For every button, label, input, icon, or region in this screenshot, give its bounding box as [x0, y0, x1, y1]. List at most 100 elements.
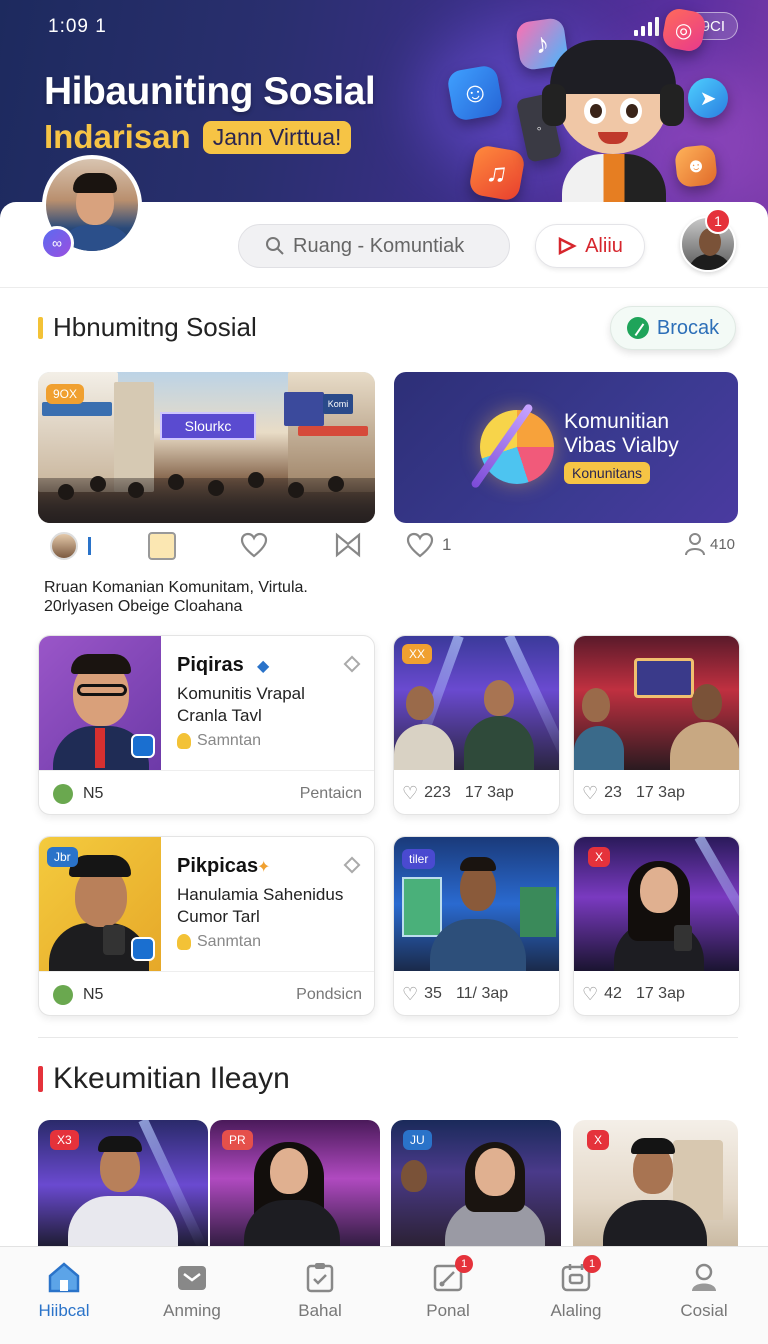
- search-icon: [266, 237, 284, 255]
- video-time: 17 3ap: [635, 985, 685, 1002]
- person-icon: [685, 533, 705, 556]
- nav-item-profile[interactable]: Cosial: [640, 1247, 768, 1344]
- section-divider: [38, 1037, 738, 1038]
- nav-badge: 1: [455, 1255, 473, 1273]
- like-count: 1: [442, 535, 452, 554]
- profile-card-line2: Cranla Tavl: [177, 706, 262, 725]
- profile-card-foot-left: N5: [83, 985, 104, 1003]
- link-icon: ∞: [40, 226, 74, 260]
- heart-icon[interactable]: ♡: [582, 984, 598, 1005]
- search-bar[interactable]: [238, 224, 510, 268]
- heart-icon: [406, 532, 434, 558]
- verified-icon: ◆: [257, 658, 270, 675]
- video-tag: X: [588, 847, 611, 867]
- video-card-footer: ♡ 23 17 3ap: [574, 770, 739, 814]
- live-button[interactable]: Aliiu: [535, 224, 645, 268]
- profile-card-footer: N5 Pentaicn: [39, 770, 374, 814]
- community-card[interactable]: JU: [391, 1120, 561, 1250]
- nav-label: Hiibcal: [38, 1301, 90, 1320]
- community-card[interactable]: X: [573, 1120, 738, 1250]
- nav-item-clipboard[interactable]: Bahal: [256, 1247, 384, 1344]
- community-card[interactable]: PR: [210, 1120, 380, 1250]
- diamond-icon[interactable]: [343, 856, 361, 874]
- person-icon: [687, 1261, 721, 1293]
- video-card-footer: ♡ 42 17 3ap: [574, 971, 739, 1015]
- section-header: Kkeumitian Ileayn: [38, 1062, 290, 1096]
- mini-avatar[interactable]: [50, 532, 78, 560]
- hero-title: Hibauniting Sosial: [44, 70, 376, 113]
- bulb-icon: [177, 934, 191, 950]
- nav-item-edit[interactable]: 1 Ponal: [384, 1247, 512, 1344]
- diamond-icon[interactable]: [343, 655, 361, 673]
- community-tag: X3: [50, 1130, 79, 1150]
- nav-label: Alaling: [550, 1301, 602, 1320]
- community-tag: JU: [403, 1130, 432, 1150]
- brocak-button-label: Brocak: [656, 316, 720, 339]
- bulb-icon: [177, 733, 191, 749]
- video-like-count: 42: [604, 985, 622, 1002]
- edit-icon: 1: [431, 1255, 473, 1293]
- viewer-count: 410: [684, 532, 735, 556]
- status-time: 1:09 1: [48, 16, 107, 37]
- inbox-icon: [175, 1261, 209, 1293]
- heart-icon: [240, 532, 268, 558]
- search-input[interactable]: [293, 234, 493, 258]
- send-tile-icon: ➤: [688, 78, 728, 118]
- community-tag: X: [587, 1130, 610, 1150]
- heart-icon[interactable]: ♡: [402, 783, 418, 804]
- leaf-badge-icon: [131, 937, 155, 961]
- featured-like-count[interactable]: 1: [406, 532, 451, 558]
- heart-icon[interactable]: ♡: [582, 783, 598, 804]
- nav-item-home[interactable]: Hiibcal: [0, 1247, 128, 1344]
- video-tag: XX: [402, 644, 433, 664]
- home-icon: [47, 1261, 81, 1293]
- leaf-icon: [626, 317, 649, 339]
- play-icon: [558, 237, 577, 255]
- bookmark-action[interactable]: [334, 532, 362, 558]
- profile-card-line3: Sanmtan: [177, 933, 261, 951]
- people-icon[interactable]: [148, 532, 176, 560]
- profile-card-foot-right: Pondsicn: [296, 985, 362, 1003]
- video-card[interactable]: XX ♡ 223 17 3ap: [393, 635, 560, 815]
- battery-text: 9CI: [701, 17, 725, 35]
- video-card[interactable]: ♡ 23 17 3ap: [573, 635, 740, 815]
- calendar-icon: 1: [559, 1255, 601, 1293]
- hero-chip: Jann Virttua!: [202, 120, 352, 154]
- video-card[interactable]: X ♡ 42 17 3ap: [573, 836, 740, 1016]
- nav-item-inbox[interactable]: Anming: [128, 1247, 256, 1344]
- music-app-icon: ♫: [468, 144, 526, 202]
- video-tag: tiler: [402, 849, 436, 869]
- heart-icon[interactable]: ♡: [402, 984, 418, 1005]
- venue-side-sign: Komi: [323, 394, 353, 414]
- profile-card-line1: Komunitis Vrapal: [177, 684, 305, 703]
- community-card[interactable]: X3: [38, 1120, 208, 1250]
- star-icon: ✦: [257, 859, 271, 876]
- like-action[interactable]: [240, 532, 268, 558]
- notification-badge: 1: [705, 208, 731, 234]
- featured-card-chip: Konunitans: [564, 462, 651, 484]
- profile-card-line3: Samntan: [177, 732, 261, 750]
- video-like-count: 35: [424, 985, 442, 1002]
- hero-subtitle: Indarisan: [44, 118, 191, 155]
- people-icon-wrap: [148, 532, 176, 560]
- hero-subtitle-row: Indarisan Jann Virttua!: [44, 118, 352, 156]
- profile-card-title: Pikpicas: [177, 855, 259, 877]
- status-dot-icon: [53, 984, 73, 1005]
- profile-card[interactable]: Jbr Pikpicas ✦ Hanulamia Sahenidus Cumor…: [38, 836, 375, 1016]
- video-card-footer: ♡ 223 17 3ap: [394, 770, 559, 814]
- nav-item-calendar[interactable]: 1 Alaling: [512, 1247, 640, 1344]
- description-line-1: Rruan Komanian Komunitam, Virtula.: [44, 579, 308, 596]
- profile-thumbnail: Jbr: [39, 837, 161, 971]
- profile-card[interactable]: Piqiras ◆ Komunitis Vrapal Cranla Tavl S…: [38, 635, 375, 815]
- leaf-badge-icon: [131, 734, 155, 758]
- featured-image[interactable]: Slourkc Komi 9OX: [38, 372, 375, 523]
- featured-community-card[interactable]: Komunitian Vibas Vialby Konunitans: [394, 372, 738, 523]
- bottom-nav: Hiibcal Anming Bahal 1 Ponal 1 Alaling C…: [0, 1246, 768, 1344]
- brocak-button[interactable]: Brocak: [610, 306, 736, 350]
- video-time: 11/ 3ap: [455, 985, 509, 1002]
- video-card[interactable]: tiler ♡ 35 11/ 3ap: [393, 836, 560, 1016]
- section-title: Hbnumitng Sosial: [53, 312, 257, 342]
- video-like-count: 223: [424, 784, 451, 801]
- profile-card-meta: Samntan: [197, 732, 262, 749]
- mascot-illustration: [542, 40, 684, 214]
